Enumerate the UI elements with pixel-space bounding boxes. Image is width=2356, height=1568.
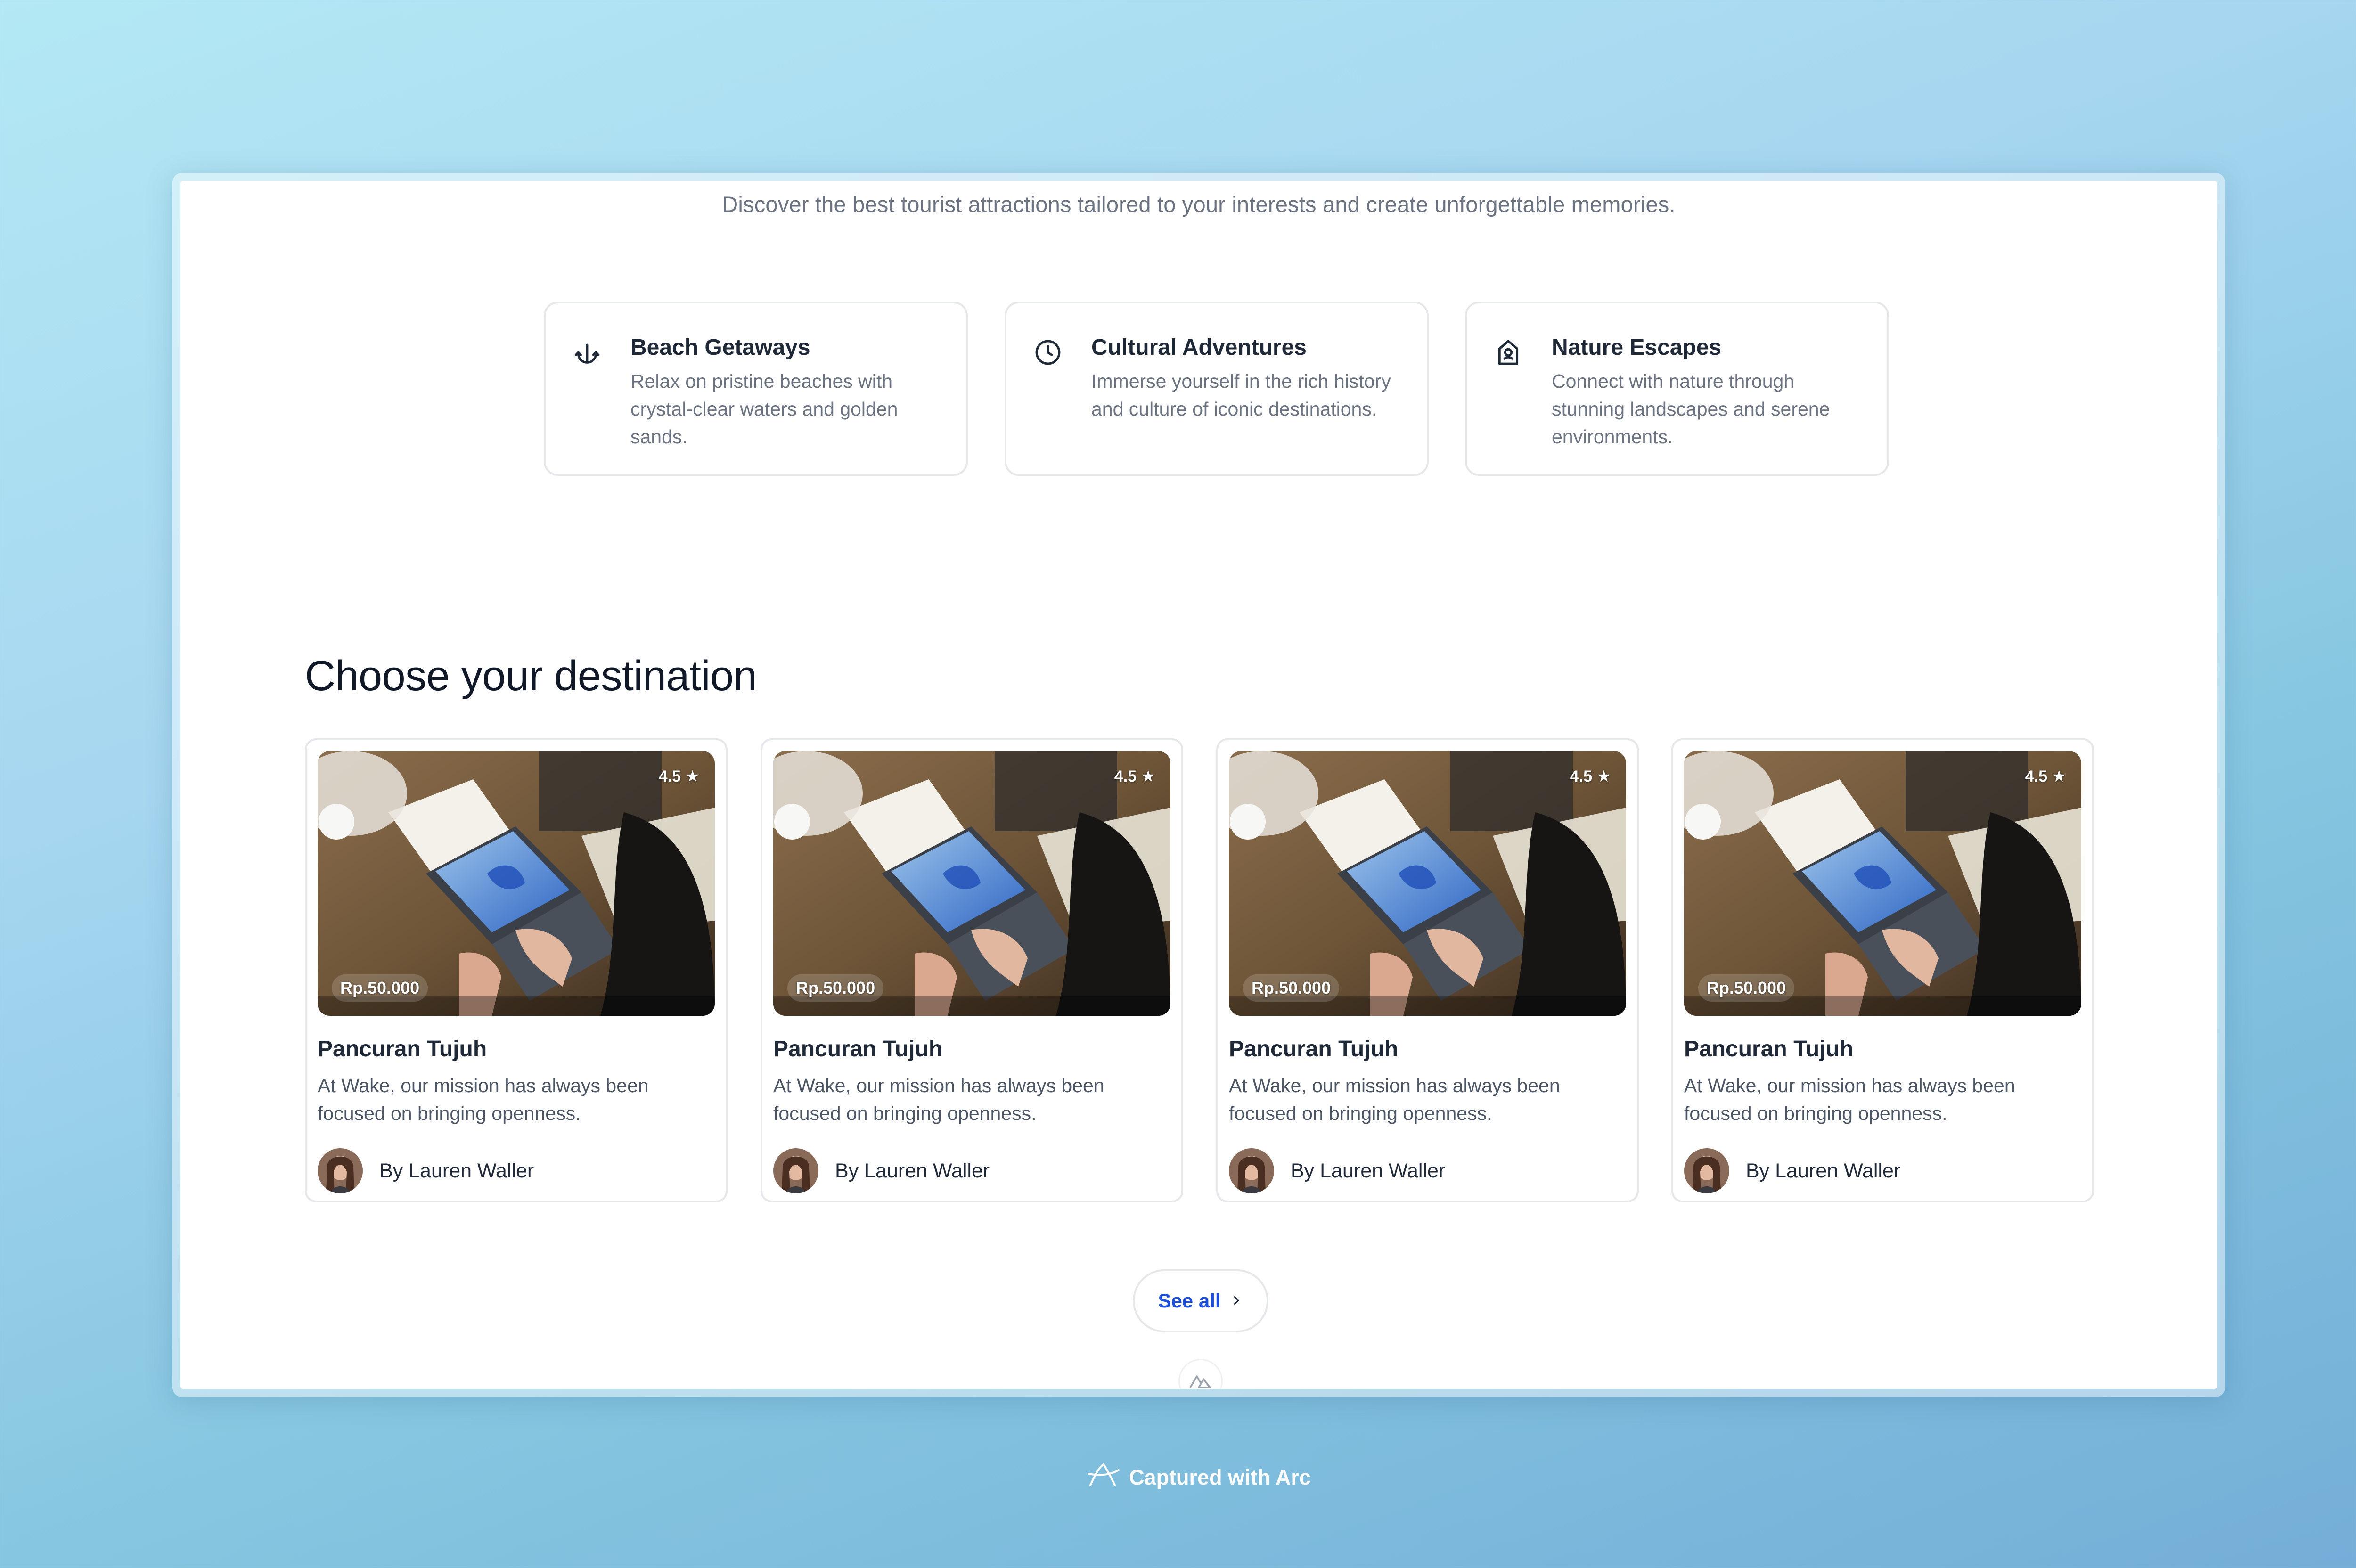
destination-photo: 4.5 ★ Rp.50.000 [1684,751,2081,1016]
destination-photo: 4.5 ★ Rp.50.000 [318,751,715,1016]
avatar [773,1148,818,1193]
rating-value: 4.5 [1570,768,1593,785]
see-all-button[interactable]: See all [1133,1269,1268,1332]
rating-value: 4.5 [2025,768,2048,785]
author-name: By Lauren Waller [379,1160,534,1182]
destination-card[interactable]: 4.5 ★ Rp.50.000 Pancuran Tujuh At Wake, … [1216,738,1639,1202]
destination-description: At Wake, our mission has always been foc… [1684,1075,2015,1124]
destination-title: Pancuran Tujuh [773,1037,943,1062]
avatar [1229,1148,1274,1193]
intro-text: Discover the best tourist attractions ta… [722,192,1676,217]
rating-badge: 4.5 ★ [1114,767,1155,786]
rating-badge: 4.5 ★ [659,767,700,786]
destination-description: At Wake, our mission has always been foc… [1229,1075,1560,1124]
feature-description: Immerse yourself in the rich history and… [1091,370,1391,420]
nuxt-devtools-icon[interactable] [1178,1359,1223,1389]
author-name: By Lauren Waller [1746,1160,1901,1182]
avatar [1684,1148,1729,1193]
destination-title: Pancuran Tujuh [1229,1037,1399,1062]
feature-title: Nature Escapes [1552,335,1722,360]
rating-value: 4.5 [1114,768,1137,785]
destination-card[interactable]: 4.5 ★ Rp.50.000 Pancuran Tujuh At Wake, … [761,738,1183,1202]
price-badge: Rp.50.000 [787,974,884,1002]
star-icon: ★ [685,768,700,785]
feature-title: Cultural Adventures [1091,335,1307,360]
destination-photo: 4.5 ★ Rp.50.000 [773,751,1170,1016]
feature-title: Beach Getaways [630,335,810,360]
destination-title: Pancuran Tujuh [1684,1037,1854,1062]
feature-description: Relax on pristine beaches with crystal-c… [630,370,898,448]
rating-badge: 4.5 ★ [1570,767,1611,786]
author-name: By Lauren Waller [835,1160,990,1182]
price-badge: Rp.50.000 [332,974,428,1002]
rating-value: 4.5 [658,768,681,785]
arc-logo-icon [1087,1461,1121,1494]
price-badge: Rp.50.000 [1243,974,1340,1002]
anchor-icon [572,337,602,368]
feature-card-cultural: Cultural Adventures Immerse yourself in … [1005,302,1429,476]
feature-description: Connect with nature through stunning lan… [1552,370,1830,448]
section-title: Choose your destination [305,653,757,700]
destination-photo: 4.5 ★ Rp.50.000 [1229,751,1626,1016]
captured-with-arc: Captured with Arc [0,1461,2356,1494]
author-name: By Lauren Waller [1291,1160,1446,1182]
destination-description: At Wake, our mission has always been foc… [773,1075,1104,1124]
see-all-label: See all [1158,1290,1221,1312]
captured-caption: Captured with Arc [1129,1465,1311,1489]
star-icon: ★ [2052,768,2066,785]
destination-description: At Wake, our mission has always been foc… [318,1075,649,1124]
browser-window: Discover the best tourist attractions ta… [172,173,2225,1397]
feature-card-beach: Beach Getaways Relax on pristine beaches… [544,302,968,476]
map-pin-icon [1493,337,1523,368]
chevron-right-icon [1229,1290,1243,1312]
destination-card[interactable]: 4.5 ★ Rp.50.000 Pancuran Tujuh At Wake, … [305,738,728,1202]
clock-icon [1033,337,1063,368]
price-badge: Rp.50.000 [1698,974,1795,1002]
page-content: Discover the best tourist attractions ta… [180,181,2217,1389]
rating-badge: 4.5 ★ [2025,767,2066,786]
star-icon: ★ [1596,768,1611,785]
feature-card-nature: Nature Escapes Connect with nature throu… [1465,302,1889,476]
destination-card[interactable]: 4.5 ★ Rp.50.000 Pancuran Tujuh At Wake, … [1671,738,2094,1202]
avatar [318,1148,363,1193]
star-icon: ★ [1141,768,1155,785]
destination-title: Pancuran Tujuh [318,1037,487,1062]
